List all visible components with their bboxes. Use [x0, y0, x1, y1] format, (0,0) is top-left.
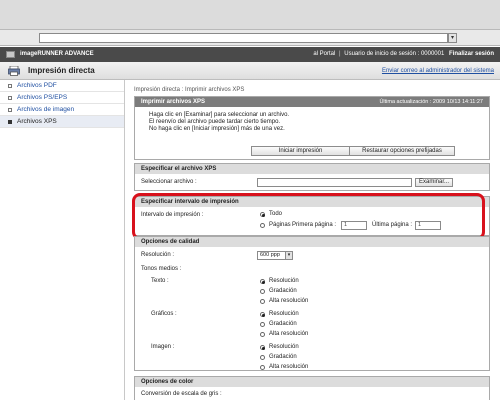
option-label: Alta resolución: [269, 331, 309, 337]
app-header: imageRUNNER ADVANCE al Portal | Usuario …: [0, 47, 500, 62]
image-halftone-label: Imagen :: [151, 344, 175, 350]
chevron-down-icon: ▾: [285, 252, 292, 259]
product-name: imageRUNNER ADVANCE: [20, 51, 94, 57]
panel-header: Especificar el archivo XPS: [135, 164, 489, 174]
panel-title: Imprimir archivos XPS: [141, 99, 206, 105]
portal-link[interactable]: al Portal: [313, 51, 335, 57]
file-path-input[interactable]: [257, 178, 412, 187]
bullet-icon: [8, 120, 12, 124]
image-gradation-radio[interactable]: [260, 355, 265, 360]
logout-link[interactable]: Finalizar sesión: [449, 51, 494, 57]
text-halftone-label: Texto :: [151, 278, 169, 284]
address-dropdown-icon[interactable]: ▾: [448, 33, 457, 43]
option-label: Gradación: [269, 288, 297, 294]
breadcrumb: Impresión directa : Imprimir archivos XP…: [134, 87, 245, 93]
sidebar-item-label: Archivos XPS: [17, 118, 57, 125]
highlight-annotation: [132, 193, 485, 240]
graphics-high-res-radio[interactable]: [260, 332, 265, 337]
browser-address-bar: ▾: [0, 30, 500, 46]
page-title: Impresión directa: [28, 66, 95, 75]
option-label: Resolución: [269, 311, 299, 317]
option-label: Alta resolución: [269, 298, 309, 304]
text-resolution-radio[interactable]: [260, 279, 265, 284]
select-file-label: Seleccionar archivo :: [141, 179, 197, 185]
graphics-gradation-radio[interactable]: [260, 322, 265, 327]
halftones-label: Tonos medios :: [141, 266, 182, 272]
email-admin-link[interactable]: Enviar correo al administrador del siste…: [382, 68, 494, 74]
sidebar-item-image[interactable]: Archivos de imagen: [0, 104, 124, 116]
option-label: Resolución: [269, 278, 299, 284]
image-resolution-radio[interactable]: [260, 345, 265, 350]
sidebar-item-ps-eps[interactable]: Archivos PS/EPS: [0, 92, 124, 104]
quality-panel: Opciones de calidad Resolución : 600 ppp…: [134, 236, 490, 371]
last-updated: Última actualización : 2009 10/13 14:11:…: [379, 99, 483, 105]
option-label: Gradación: [269, 354, 297, 360]
graphics-halftone-label: Gráficos :: [151, 311, 177, 317]
panel-header: Opciones de color: [135, 377, 489, 387]
address-input[interactable]: [39, 33, 448, 43]
device-logo-icon: [6, 51, 15, 58]
color-panel: Opciones de color Conversión de escala d…: [134, 376, 490, 400]
image-high-res-radio[interactable]: [260, 365, 265, 370]
panel-header: Opciones de calidad: [135, 237, 489, 247]
sidebar-item-label: Archivos PS/EPS: [17, 94, 68, 101]
option-label: Alta resolución: [269, 364, 309, 370]
file-panel: Especificar el archivo XPS Seleccionar a…: [134, 163, 490, 191]
instruction-line: Haga clic en [Examinar] para seleccionar…: [149, 112, 290, 118]
option-label: Gradación: [269, 321, 297, 327]
sidebar-item-xps[interactable]: Archivos XPS: [0, 116, 124, 128]
sidebar-item-label: Archivos PDF: [17, 82, 57, 89]
header-separator: |: [339, 51, 341, 57]
printer-icon: [8, 66, 20, 76]
bullet-icon: [8, 96, 12, 100]
instruction-line: El reenvío del archivo puede tardar cier…: [149, 119, 281, 125]
browser-toolbar: [0, 0, 500, 30]
grayscale-label: Conversión de escala de gris :: [141, 391, 222, 397]
start-print-button[interactable]: Iniciar impresión: [251, 146, 350, 156]
text-high-res-radio[interactable]: [260, 299, 265, 304]
sidebar-item-label: Archivos de imagen: [17, 106, 75, 113]
restore-defaults-button[interactable]: Restaurar opciones prefijadas: [349, 146, 455, 156]
resolution-select[interactable]: 600 ppp ▾: [257, 251, 293, 260]
login-user-label: Usuario de inicio de sesión : 0000001: [344, 51, 445, 57]
graphics-resolution-radio[interactable]: [260, 312, 265, 317]
panel-header: Imprimir archivos XPS Última actualizaci…: [135, 97, 489, 107]
sidebar: Archivos PDF Archivos PS/EPS Archivos de…: [0, 80, 125, 400]
text-gradation-radio[interactable]: [260, 289, 265, 294]
page-title-bar: Impresión directa Enviar correo al admin…: [0, 62, 500, 80]
panel-title: Opciones de calidad: [141, 239, 200, 245]
resolution-label: Resolución :: [141, 252, 175, 258]
bullet-icon: [8, 84, 12, 88]
sidebar-item-pdf[interactable]: Archivos PDF: [0, 80, 124, 92]
panel-title: Opciones de color: [141, 379, 194, 385]
panel-title: Especificar el archivo XPS: [141, 166, 217, 172]
resolution-value: 600 ppp: [260, 252, 280, 258]
instruction-line: No haga clic en [Iniciar impresión] más …: [149, 126, 285, 132]
header-user-area: al Portal | Usuario de inicio de sesión …: [313, 51, 494, 57]
print-xps-panel: Imprimir archivos XPS Última actualizaci…: [134, 96, 490, 160]
browse-button[interactable]: Examinar...: [415, 178, 453, 187]
option-label: Resolución: [269, 344, 299, 350]
bullet-icon: [8, 108, 12, 112]
